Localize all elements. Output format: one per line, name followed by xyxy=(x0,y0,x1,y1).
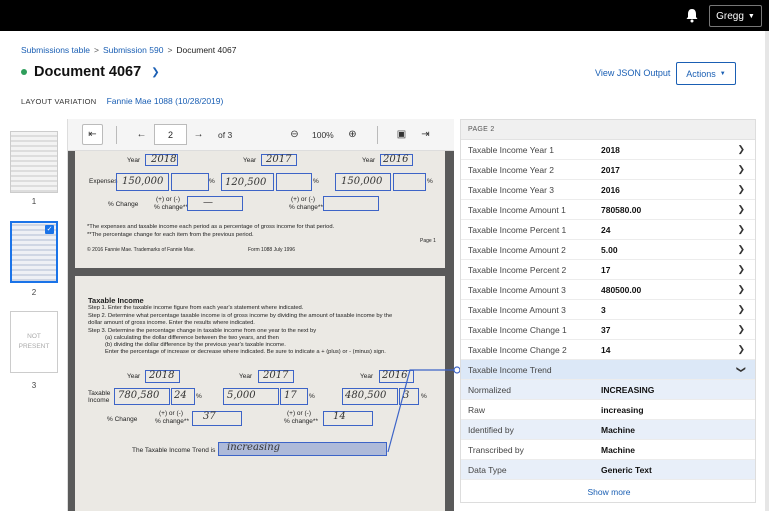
field-detail-row: Data Type Generic Text xyxy=(461,460,755,480)
page-thumbnail-2[interactable]: ✓ xyxy=(10,221,58,283)
thumbnail-number: 3 xyxy=(31,381,37,390)
field-row[interactable]: Taxable Income Amount 1 780580.00 ❯ xyxy=(461,200,755,220)
field-row[interactable]: Taxable Income Percent 2 17 ❯ xyxy=(461,260,755,280)
arrow-right-icon[interactable]: → xyxy=(188,124,209,145)
page-count: of 3 xyxy=(218,130,233,140)
viewer-toolbar: ⇤ ← 2 → of 3 ⊖ 100% ⊕ ▣ ⇥ xyxy=(68,119,454,151)
field-row[interactable]: Taxable Income Year 3 2016 ❯ xyxy=(461,180,755,200)
page-number-input[interactable]: 2 xyxy=(154,124,187,145)
thumbnail-number: 2 xyxy=(31,288,37,297)
zoom-in-icon[interactable]: ⊕ xyxy=(342,124,363,145)
page-title: Document 4067 xyxy=(34,64,142,80)
chevron-down-icon[interactable]: ❯ xyxy=(151,67,159,78)
arrow-left-icon[interactable]: ← xyxy=(131,124,152,145)
bell-icon[interactable] xyxy=(685,8,699,23)
breadcrumb-submissions-table[interactable]: Submissions table xyxy=(21,45,90,55)
chevron-right-icon: ❯ xyxy=(737,184,745,194)
chevron-right-icon: ❯ xyxy=(737,264,745,274)
chevron-right-icon: ❯ xyxy=(737,324,745,334)
user-name: Gregg xyxy=(716,10,744,22)
image-icon[interactable]: ▣ xyxy=(391,124,412,145)
show-more-link[interactable]: Show more xyxy=(461,487,757,497)
layout-variation-label: LAYOUT VARIATION xyxy=(21,97,97,106)
field-detail-row: Transcribed by Machine xyxy=(461,440,755,460)
top-bar: Gregg ▼ xyxy=(0,0,769,31)
field-row[interactable]: Taxable Income Amount 3 480500.00 ❯ xyxy=(461,280,755,300)
check-icon: ✓ xyxy=(45,225,54,234)
scrollbar[interactable] xyxy=(765,31,769,511)
page-thumbnail-1[interactable] xyxy=(10,131,58,193)
field-row[interactable]: Taxable Income Year 2 2017 ❯ xyxy=(461,160,755,180)
extracted-fields-panel: PAGE 2 Taxable Income Year 1 2018 ❯ Taxabl… xyxy=(460,119,756,503)
field-row[interactable]: Taxable Income Amount 2 5.00 ❯ xyxy=(461,240,755,260)
status-dot xyxy=(21,69,27,75)
field-row[interactable]: Taxable Income Change 1 37 ❯ xyxy=(461,320,755,340)
chevron-right-icon: ❯ xyxy=(737,164,745,174)
user-menu-button[interactable]: Gregg ▼ xyxy=(709,5,762,27)
title-row: Document 4067 ❯ xyxy=(21,64,160,80)
zoom-out-icon[interactable]: ⊖ xyxy=(284,124,305,145)
chevron-right-icon: ❯ xyxy=(737,344,745,354)
field-row-expanded[interactable]: Taxable Income Trend ❯ xyxy=(461,360,755,380)
chevron-right-icon: ❯ xyxy=(737,284,745,294)
field-detail-row: Normalized INCREASING xyxy=(461,380,755,400)
document-page-1: Year 2018 Year 2017 Year 2016 Expenses 1… xyxy=(75,151,445,268)
field-detail-row: Identified by Machine xyxy=(461,420,755,440)
breadcrumb: Submissions table > Submission 590 > Documen… xyxy=(21,45,237,55)
document-page-2: Taxable Income Step 1. Enter the taxable… xyxy=(75,276,445,511)
chevron-right-icon: ❯ xyxy=(737,144,745,154)
breadcrumb-submission[interactable]: Submission 590 xyxy=(103,45,163,55)
field-row[interactable]: Taxable Income Change 2 14 ❯ xyxy=(461,340,755,360)
layout-variation: LAYOUT VARIATION Fannie Mae 1088 (10/28/… xyxy=(21,96,223,106)
list-icon[interactable]: ⇥ xyxy=(415,124,436,145)
field-detail-row: Raw increasing xyxy=(461,400,755,420)
layout-variation-link[interactable]: Fannie Mae 1088 (10/28/2019) xyxy=(107,96,224,106)
document-page-area: Year 2018 Year 2017 Year 2016 Expenses 1… xyxy=(68,151,454,511)
chevron-right-icon: ❯ xyxy=(737,244,745,254)
chevron-down-icon: ❯ xyxy=(736,365,747,374)
actions-button[interactable]: Actions ▼ xyxy=(676,62,736,85)
chevron-right-icon: ❯ xyxy=(737,304,745,314)
not-present-label: NOT PRESENT xyxy=(18,333,50,350)
thumbnail-number: 1 xyxy=(31,197,37,206)
breadcrumb-current: Document 4067 xyxy=(176,45,237,55)
sidebar-toggle-icon[interactable]: ⇤ xyxy=(82,124,103,145)
zoom-level: 100% xyxy=(312,130,334,140)
document-viewer: ⇤ ← 2 → of 3 ⊖ 100% ⊕ ▣ ⇥ Year 2018 Year… xyxy=(68,119,454,511)
field-row[interactable]: Taxable Income Percent 1 24 ❯ xyxy=(461,220,755,240)
view-json-link[interactable]: View JSON Output xyxy=(595,68,670,78)
field-row[interactable]: Taxable Income Year 1 2018 ❯ xyxy=(461,140,755,160)
chevron-down-icon: ▼ xyxy=(747,12,755,20)
page-thumbnail-3[interactable]: NOT PRESENT xyxy=(10,311,58,373)
page-thumbnails: 1 ✓ 2 NOT PRESENT 3 xyxy=(0,119,68,511)
chevron-right-icon: ❯ xyxy=(737,224,745,234)
field-row[interactable]: Taxable Income Amount 3 3 ❯ xyxy=(461,300,755,320)
panel-page-label: PAGE 2 xyxy=(461,120,755,140)
chevron-right-icon: ❯ xyxy=(737,204,745,214)
chevron-down-icon: ▼ xyxy=(719,70,726,77)
